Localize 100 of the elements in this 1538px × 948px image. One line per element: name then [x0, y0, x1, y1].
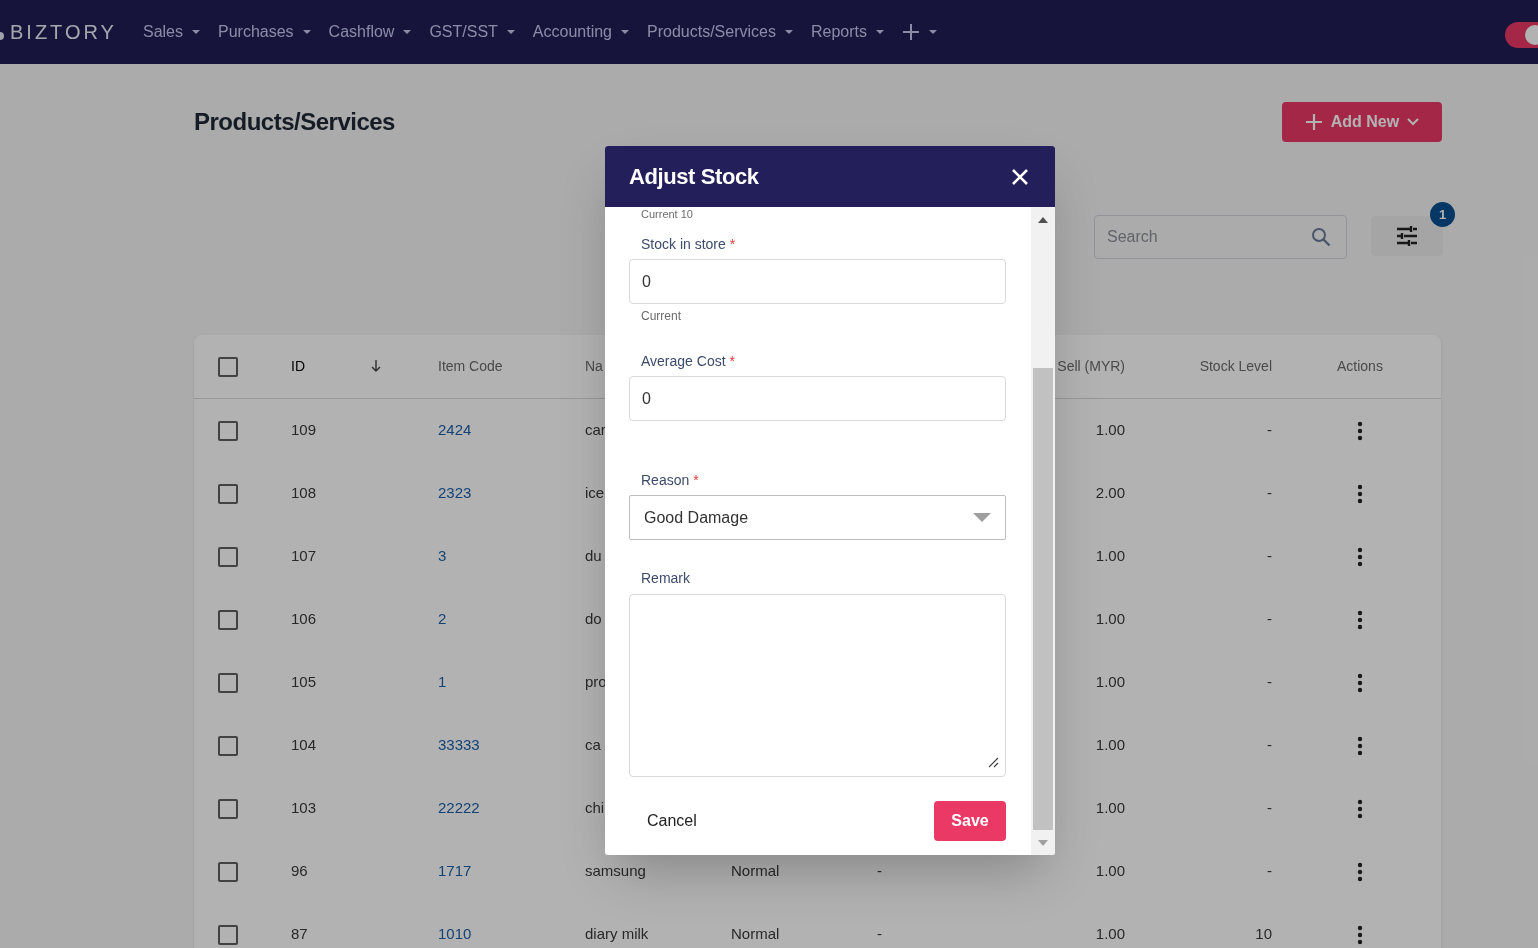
table-cell-text: - [1267, 798, 1272, 819]
table-cell-text: samsung [585, 861, 646, 882]
item-code-link[interactable]: 1717 [438, 860, 472, 883]
nav-menu-item[interactable]: Cashflow [328, 20, 413, 44]
more-options-icon[interactable] [1357, 861, 1363, 882]
table-cell-text: 1.00 [1095, 672, 1125, 693]
caret-icon [191, 29, 201, 35]
table-cell-text: 96 [291, 861, 308, 882]
search-field[interactable]: Search [1094, 215, 1347, 259]
table-cell-text: - [1267, 609, 1272, 630]
add-menu-button[interactable] [902, 23, 938, 41]
table-cell-text: - [1267, 546, 1272, 567]
table-cell-text: 10 [1255, 924, 1272, 945]
checkbox[interactable] [218, 609, 238, 630]
table-cell-text: 1.00 [1095, 735, 1125, 756]
table-cell-text: - [1267, 861, 1272, 882]
item-code-link[interactable]: 3 [438, 545, 447, 568]
close-icon[interactable] [1012, 168, 1028, 185]
caret-icon [620, 29, 630, 35]
dropdown-caret-icon [973, 512, 991, 523]
item-code-link[interactable]: 33333 [438, 734, 480, 757]
table-cell-text: 1.00 [1095, 546, 1125, 567]
caret-icon [505, 29, 516, 35]
table-cell-text: - [877, 861, 882, 882]
nav-menu-item[interactable]: Sales [142, 20, 201, 44]
scrollbar[interactable] [1031, 207, 1055, 855]
checkbox[interactable] [218, 735, 238, 756]
column-header[interactable]: ID [291, 356, 305, 377]
column-header[interactable]: Stock Level [1199, 356, 1272, 377]
dialog-title: Adjust Stock [629, 163, 759, 191]
table-cell-text: - [1267, 420, 1272, 441]
table-cell-text: diary milk [585, 924, 649, 945]
item-code-link[interactable]: 2323 [438, 482, 472, 505]
table-cell-text: 107 [291, 546, 317, 567]
table-cell-text: do [585, 609, 602, 630]
helper-text: Current 10 [640, 208, 694, 221]
item-code-link[interactable]: 1010 [438, 923, 472, 946]
nav-menu-item[interactable]: Purchases [218, 20, 312, 44]
table-cell-text: Normal [731, 861, 780, 882]
more-options-icon[interactable] [1357, 798, 1363, 819]
more-options-icon[interactable] [1357, 483, 1363, 504]
helper-text: Current [640, 309, 682, 323]
input-field[interactable]: 0 [629, 376, 1006, 421]
scrollbar-thumb[interactable] [1033, 368, 1053, 830]
more-options-icon[interactable] [1357, 672, 1363, 693]
caret-icon [301, 29, 312, 35]
column-header[interactable]: Na [585, 356, 603, 377]
item-code-link[interactable]: 2 [438, 608, 447, 631]
item-code-link[interactable]: 22222 [438, 797, 480, 820]
save-button[interactable]: Save [934, 801, 1006, 841]
checkbox[interactable] [218, 861, 238, 882]
more-options-icon[interactable] [1357, 609, 1363, 630]
table-cell-text: - [1267, 483, 1272, 504]
notification-badge: 1 [1430, 202, 1455, 227]
sort-arrow-icon[interactable] [371, 360, 381, 373]
more-options-icon[interactable] [1357, 924, 1363, 945]
table-cell-text: 109 [291, 420, 317, 441]
checkbox[interactable] [218, 356, 238, 377]
table-cell-text: chi [585, 798, 605, 819]
nav-menu-item[interactable]: Products/Services [647, 20, 794, 44]
resize-handle-icon[interactable] [987, 756, 999, 768]
item-code-link[interactable]: 1 [438, 671, 447, 694]
caret-icon [928, 29, 938, 35]
search-icon [1311, 227, 1331, 247]
column-header[interactable]: Item Code [438, 356, 503, 377]
cancel-button[interactable]: Cancel [629, 801, 715, 841]
more-options-icon[interactable] [1357, 420, 1363, 441]
checkbox[interactable] [218, 924, 238, 945]
more-options-icon[interactable] [1357, 735, 1363, 756]
checkbox[interactable] [218, 672, 238, 693]
table-cell-text: ice [585, 483, 605, 504]
toggle-switch[interactable] [1505, 22, 1538, 48]
table-cell-text: 1.00 [1095, 798, 1125, 819]
table-cell-text: - [1267, 735, 1272, 756]
field-label: Stock in store * [640, 235, 737, 253]
field-label: Average Cost * [640, 352, 737, 370]
plus-icon [1304, 113, 1323, 131]
select-field[interactable]: Good Damage [629, 495, 1006, 540]
table-cell-text: ca [585, 735, 601, 756]
nav-menu-item[interactable]: GST/SST [429, 20, 516, 44]
logo: BIZTORY [10, 20, 117, 45]
item-code-link[interactable]: 2424 [438, 419, 472, 442]
column-header[interactable]: Sell (MYR) [1057, 356, 1125, 377]
checkbox[interactable] [218, 798, 238, 819]
nav-menu-item[interactable]: Reports [810, 20, 885, 44]
input-field[interactable]: 0 [629, 259, 1006, 304]
more-options-icon[interactable] [1357, 546, 1363, 567]
add-new-button[interactable]: Add New [1282, 102, 1442, 142]
nav-menu-item[interactable]: Accounting [532, 20, 630, 44]
field-label: Reason * [640, 471, 700, 489]
column-header[interactable]: Actions [1337, 356, 1383, 377]
checkbox[interactable] [218, 420, 238, 441]
table-cell-text: 1.00 [1095, 924, 1125, 945]
checkbox[interactable] [218, 483, 238, 504]
caret-icon [402, 29, 413, 35]
table-cell-text: du [585, 546, 602, 567]
checkbox[interactable] [218, 546, 238, 567]
table-cell-text: car [585, 420, 606, 441]
scroll-up-icon[interactable] [1038, 217, 1048, 223]
table-cell-text: 87 [291, 924, 308, 945]
